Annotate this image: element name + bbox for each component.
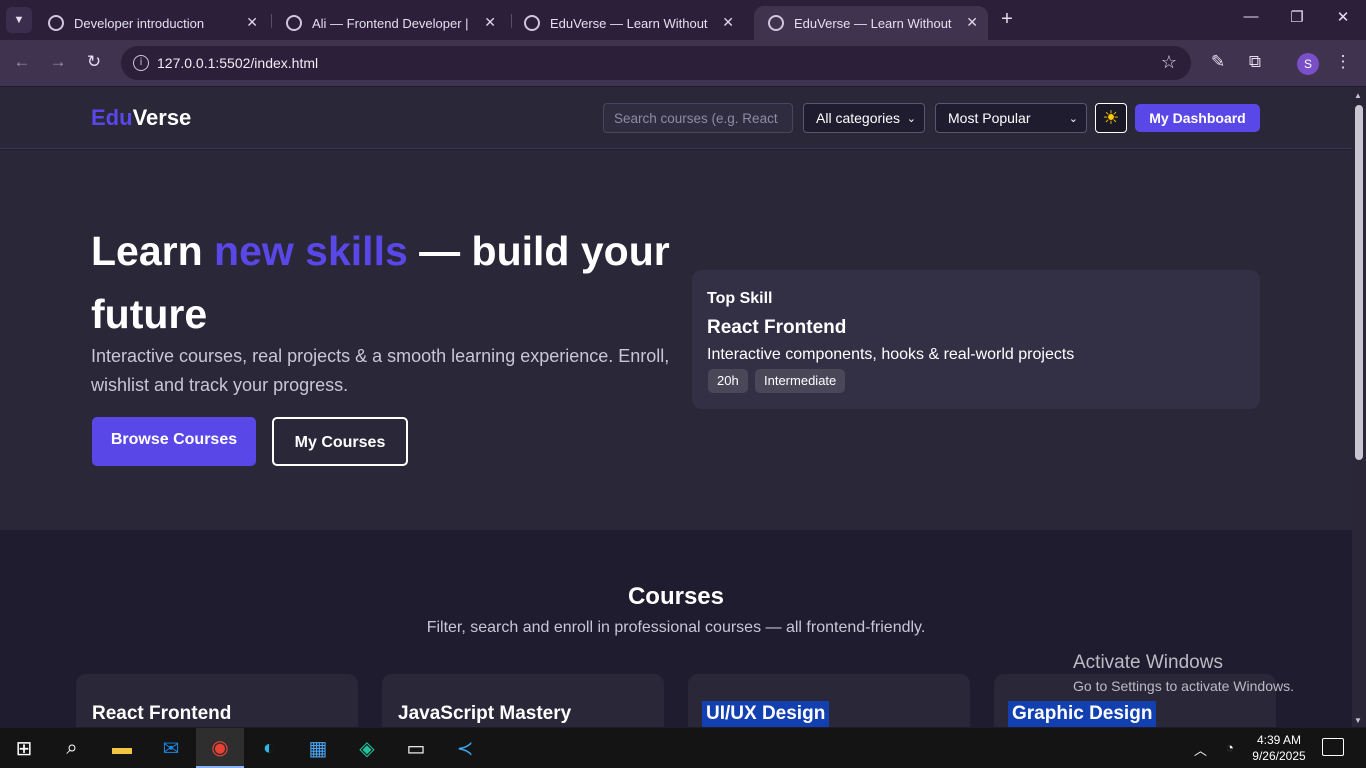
minimize-icon[interactable]: —: [1236, 8, 1266, 25]
windows-start-icon[interactable]: ⊞: [0, 728, 48, 768]
browser-tab-4-active[interactable]: EduVerse — Learn Without Limits ✕: [754, 6, 988, 40]
close-window-icon[interactable]: ✕: [1328, 8, 1358, 26]
course-card[interactable]: JavaScript Mastery: [382, 674, 664, 727]
site-header: EduVerse All categories ⌄ Most Popular ⌄…: [0, 87, 1352, 149]
url-text[interactable]: 127.0.0.1:5502/index.html: [157, 55, 318, 71]
address-bar[interactable]: i 127.0.0.1:5502/index.html ☆: [121, 46, 1191, 80]
tray-chevron-up-icon[interactable]: ︿: [1194, 740, 1207, 759]
activate-windows-watermark: Activate Windows Go to Settings to activ…: [1073, 652, 1294, 694]
hero-subtitle: Interactive courses, real projects & a s…: [91, 346, 670, 395]
chevron-down-icon: ⌄: [906, 113, 916, 125]
browser-toolbar: ← → ↻ i 127.0.0.1:5502/index.html ☆ ✎ ⧉ …: [0, 40, 1366, 86]
sort-select[interactable]: Most Popular ⌄: [935, 103, 1087, 133]
clock-date: 9/26/2025: [1252, 749, 1306, 763]
page-viewport: EduVerse All categories ⌄ Most Popular ⌄…: [0, 87, 1352, 727]
page-scrollbar[interactable]: ▲ ▼: [1352, 87, 1366, 727]
course-search-input[interactable]: [603, 103, 793, 133]
watermark-line-1: Activate Windows: [1073, 652, 1223, 673]
terminal-icon[interactable]: ▭: [392, 728, 440, 768]
top-skill-card: Top Skill React Frontend Interactive com…: [692, 270, 1260, 409]
my-dashboard-button[interactable]: My Dashboard: [1135, 104, 1260, 132]
logo-rest: Verse: [132, 105, 192, 130]
forward-arrow-icon[interactable]: →: [46, 52, 70, 72]
pycharm-icon[interactable]: ◈: [343, 728, 391, 768]
search-icon[interactable]: ⌕: [48, 728, 96, 768]
course-title: Graphic Design: [1008, 701, 1157, 727]
back-arrow-icon[interactable]: ←: [10, 52, 34, 72]
category-select-value: All categories: [816, 110, 901, 126]
courses-heading: Courses: [627, 583, 725, 610]
openai-favicon-icon: [48, 15, 64, 31]
my-courses-button[interactable]: My Courses: [272, 417, 408, 466]
globe-favicon-icon: [768, 15, 784, 31]
extensions-puzzle-icon[interactable]: ⧉: [1243, 52, 1267, 72]
browser-tab-3[interactable]: EduVerse — Learn Without Limits ✕: [510, 6, 744, 40]
clock-time: 4:39 AM: [1256, 733, 1302, 747]
bookmark-star-icon[interactable]: ☆: [1161, 52, 1177, 73]
scroll-thumb[interactable]: [1355, 105, 1363, 460]
eduverse-logo[interactable]: EduVerse: [91, 105, 191, 131]
reload-icon[interactable]: ↻: [82, 52, 106, 72]
wifi-icon[interactable]: ◔: [1226, 740, 1234, 755]
hero-title-pre: Learn: [91, 228, 215, 274]
course-title: JavaScript Mastery: [398, 703, 572, 724]
chrome-icon[interactable]: ◉: [196, 728, 244, 768]
theme-toggle-sun-icon[interactable]: ☀: [1095, 103, 1127, 133]
logo-accent: Edu: [91, 105, 133, 130]
file-explorer-icon[interactable]: ▬: [98, 728, 146, 768]
scroll-up-icon[interactable]: ▲: [1354, 91, 1362, 100]
edge-icon[interactable]: ◐: [245, 728, 293, 768]
watermark-line-2: Go to Settings to activate Windows.: [1073, 678, 1294, 694]
scroll-down-icon[interactable]: ▼: [1354, 716, 1362, 725]
hero-section: Learn new skills — build your future Int…: [0, 150, 1352, 530]
tab-title: Developer introduction: [74, 15, 205, 31]
course-card[interactable]: React Frontend: [76, 674, 358, 727]
top-skill-label: Top Skill: [707, 290, 773, 307]
browse-courses-button[interactable]: Browse Courses: [92, 417, 256, 466]
tab-title: Ali — Frontend Developer | HD: [312, 15, 470, 31]
chevron-down-icon: ⌄: [1068, 113, 1078, 125]
restore-icon[interactable]: ❐: [1282, 8, 1312, 26]
store-icon[interactable]: ▦: [294, 728, 342, 768]
close-tab-icon[interactable]: ✕: [246, 14, 258, 31]
globe-favicon-icon: [524, 15, 540, 31]
profile-avatar[interactable]: S: [1297, 53, 1319, 75]
top-skill-description: Interactive components, hooks & real-wor…: [707, 346, 1075, 363]
browser-tab-strip: ▼ Developer introduction ✕ Ali — Fronten…: [0, 0, 1366, 40]
site-info-icon[interactable]: i: [133, 55, 149, 71]
pen-icon[interactable]: ✎: [1206, 52, 1230, 72]
new-tab-plus-icon[interactable]: +: [996, 8, 1018, 31]
sort-select-value: Most Popular: [948, 110, 1031, 126]
close-tab-icon[interactable]: ✕: [966, 14, 978, 31]
tab-search-chevron-icon[interactable]: ▼: [6, 7, 32, 33]
windows-taskbar: ⊞ ⌕ ▬ ✉ ◉ ◐ ▦ ◈ ▭ ≺ ︿ ◔ 4:39 AM 9/26/202…: [0, 728, 1366, 768]
notifications-icon[interactable]: [1322, 738, 1344, 756]
close-tab-icon[interactable]: ✕: [722, 14, 734, 31]
duration-badge: 20h: [708, 369, 748, 393]
vscode-icon[interactable]: ≺: [441, 728, 489, 768]
hero-title: Learn new skills — build your future: [91, 220, 681, 346]
level-badge: Intermediate: [755, 369, 846, 393]
outlook-icon[interactable]: ✉: [147, 728, 195, 768]
course-title: UI/UX Design: [702, 701, 830, 727]
taskbar-clock[interactable]: 4:39 AM 9/26/2025: [1246, 732, 1312, 764]
courses-subheading: Filter, search and enroll in professiona…: [426, 619, 926, 636]
tab-title: EduVerse — Learn Without Limits: [550, 15, 708, 31]
close-tab-icon[interactable]: ✕: [484, 14, 496, 31]
course-title: React Frontend: [92, 703, 232, 724]
globe-favicon-icon: [286, 15, 302, 31]
browser-menu-icon[interactable]: ⋮: [1331, 52, 1355, 72]
hero-title-accent: new skills: [214, 228, 408, 274]
category-select[interactable]: All categories ⌄: [803, 103, 925, 133]
course-card[interactable]: UI/UX Design: [688, 674, 970, 727]
browser-tab-2[interactable]: Ali — Frontend Developer | HD ✕: [272, 6, 506, 40]
browser-tab-1[interactable]: Developer introduction ✕: [34, 6, 268, 40]
tab-title: EduVerse — Learn Without Limits: [794, 15, 952, 31]
top-skill-title: React Frontend: [707, 317, 847, 338]
